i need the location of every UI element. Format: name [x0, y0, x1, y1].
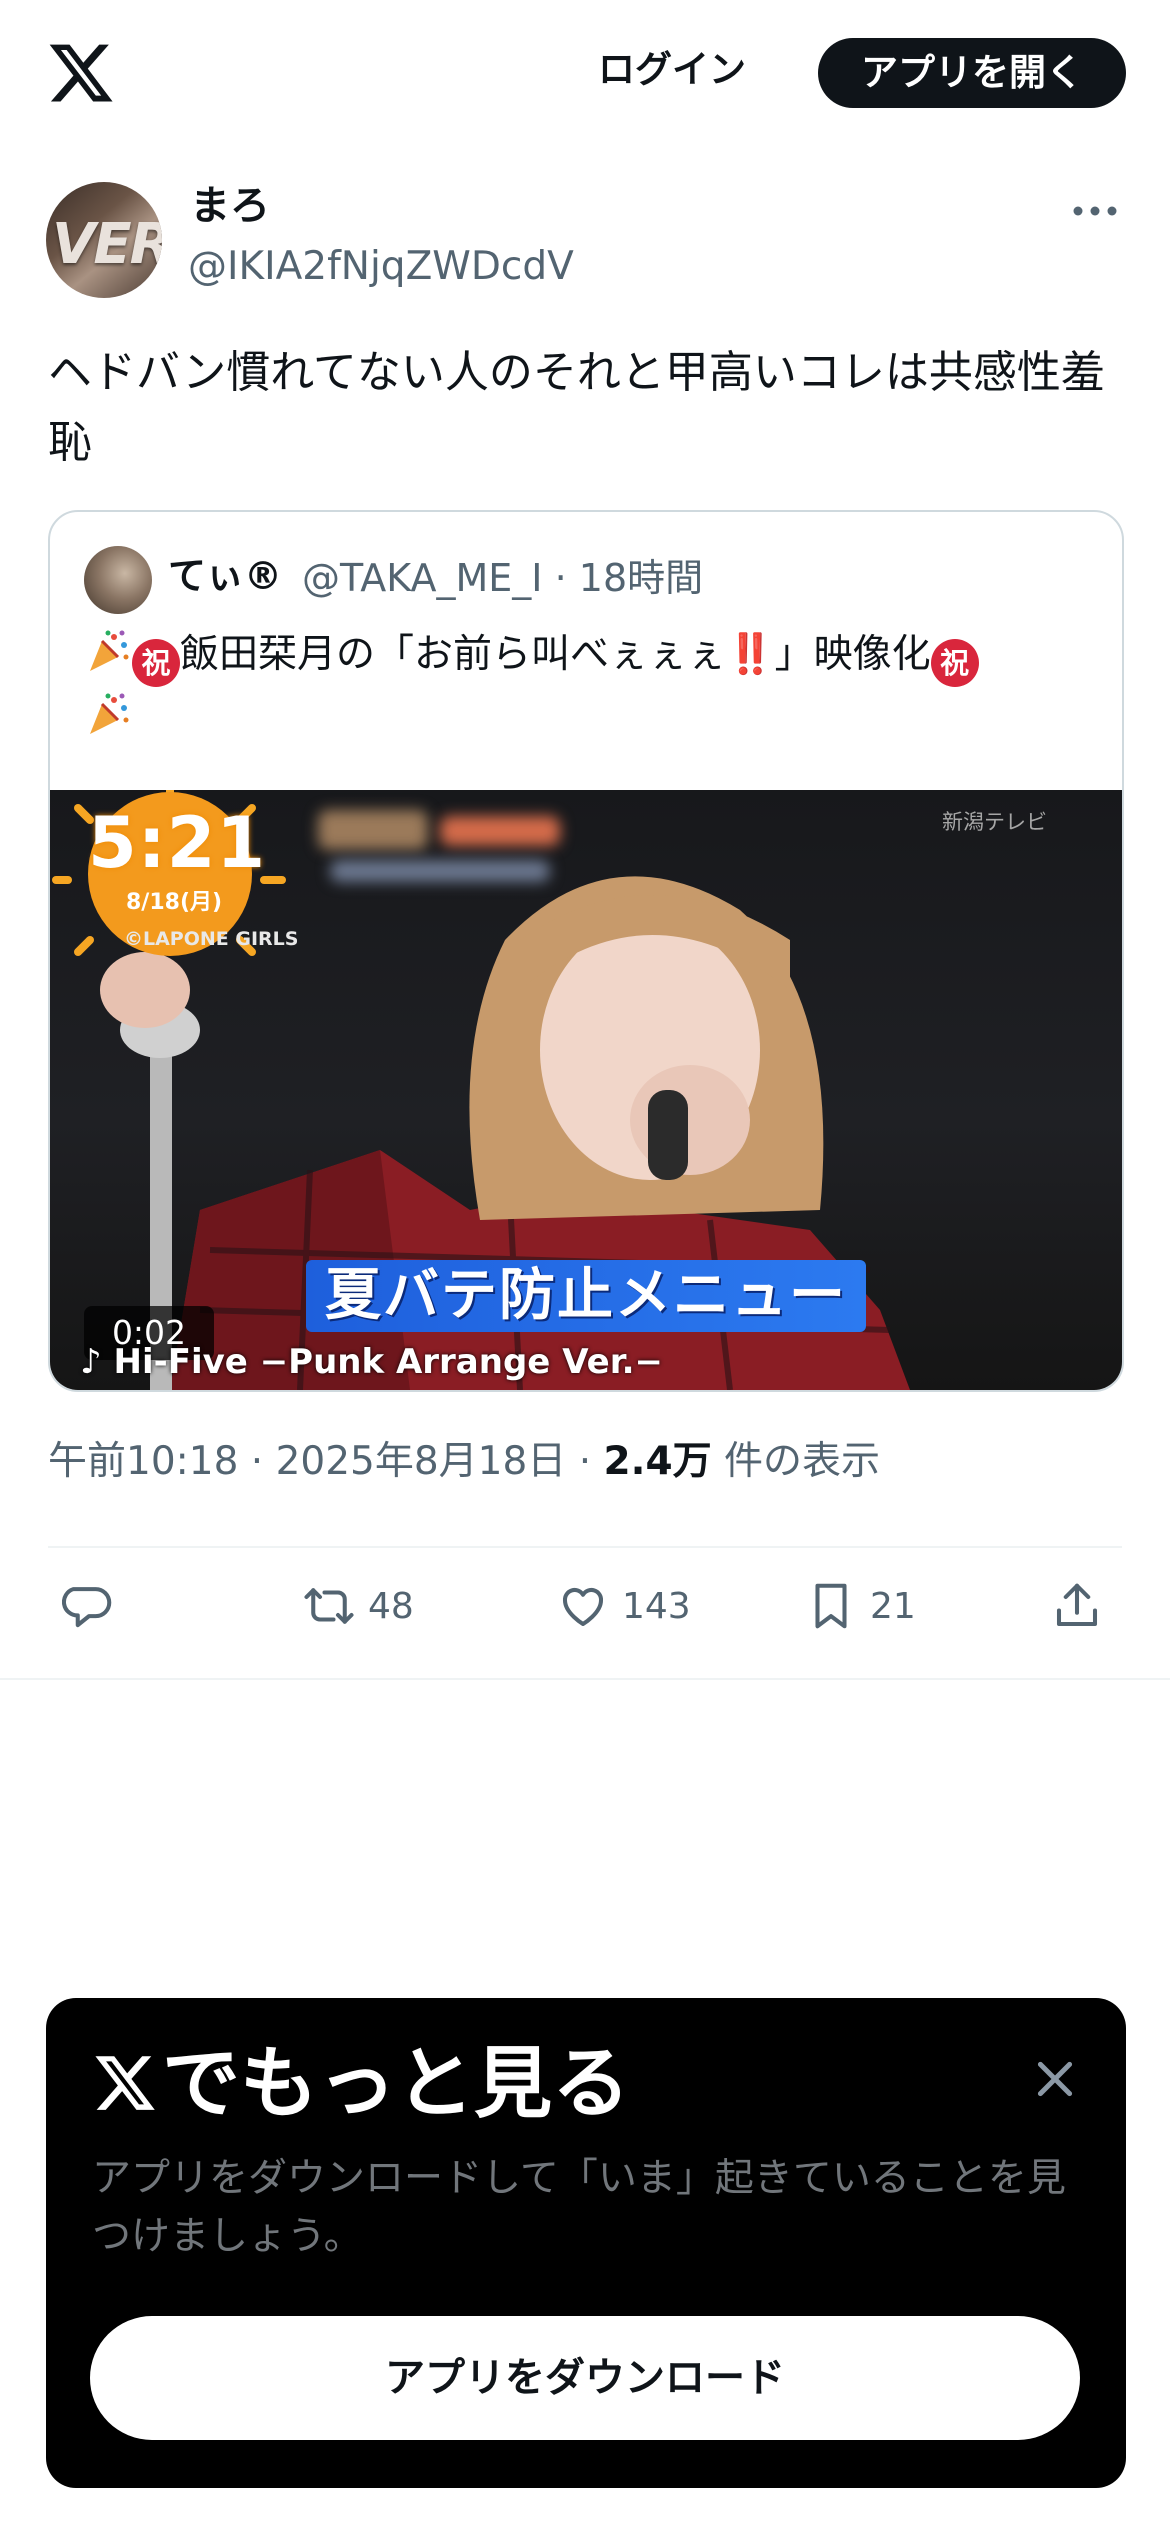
- tweet-meta: 午前10:18 · 2025年8月18日 · 2.4万 件の表示: [48, 1434, 880, 1490]
- more-options-icon[interactable]: [1070, 196, 1120, 226]
- retweet-icon: [304, 1588, 354, 1624]
- promo-title: でもっと見る: [92, 2032, 630, 2136]
- quote-author-avatar[interactable]: [84, 546, 152, 614]
- clock-date: 8/18(月): [126, 890, 223, 915]
- like-count: 143: [622, 1585, 691, 1627]
- author-avatar[interactable]: VER: [46, 182, 162, 298]
- app-promo-sheet: でもっと見る アプリをダウンロードして「いま」起きていることを見つけましょう。 …: [46, 1998, 1126, 2488]
- bookmark-count: 21: [870, 1585, 916, 1627]
- share-icon: [1056, 1583, 1098, 1627]
- retweet-button[interactable]: 48: [302, 1576, 414, 1636]
- login-link[interactable]: ログイン: [598, 40, 746, 100]
- share-button[interactable]: [1050, 1576, 1116, 1636]
- open-app-button[interactable]: アプリを開く: [818, 38, 1126, 108]
- video-caption-banner: 夏バテ防止メニュー: [306, 1260, 866, 1332]
- views-count: 2.4万: [603, 1439, 712, 1484]
- promo-description: アプリをダウンロードして「いま」起きていることを見つけましょう。: [92, 2156, 1066, 2259]
- double-exclamation-icon: ‼️: [726, 632, 775, 677]
- quote-author-meta: @TAKA_ME_I · 18時間: [302, 550, 703, 606]
- quote-age: 18時間: [578, 556, 704, 600]
- meta-separator: ·: [238, 1439, 276, 1484]
- blurred-logo-area: [318, 810, 428, 850]
- video-player[interactable]: 5:21 8/18(月) ©LAPONE GIRLS 新潟テレビ 夏バテ防止メニ…: [50, 790, 1122, 1390]
- x-logo-icon[interactable]: [46, 38, 116, 108]
- quote-text: 祝飯田栞月の「お前ら叫べぇぇぇ‼️」映像化祝: [84, 624, 1084, 749]
- clock-time: 5:21: [88, 802, 267, 884]
- iwai-emoji-icon: 祝: [132, 639, 180, 687]
- close-icon[interactable]: [1030, 2054, 1080, 2104]
- tweet-text: ヘドバン慣れてない人のそれと甲高いコレは共感性羞恥: [48, 347, 1105, 468]
- quote-author-name[interactable]: てぃ®: [168, 548, 282, 604]
- meta-separator: ·: [566, 1439, 604, 1484]
- reply-icon: [62, 1587, 112, 1628]
- avatar-image-text: VER: [52, 212, 162, 277]
- retweet-count: 48: [368, 1585, 414, 1627]
- meta-separator: ·: [542, 556, 579, 600]
- blurred-logo-area: [440, 816, 560, 846]
- tweet-date[interactable]: 2025年8月18日: [276, 1439, 567, 1484]
- iwai-emoji-icon: 祝: [930, 639, 979, 687]
- author-name[interactable]: まろ: [190, 178, 270, 234]
- blurred-logo-area: [330, 860, 550, 882]
- x-logo-icon: [95, 2056, 155, 2110]
- video-copyright: ©LAPONE GIRLS: [124, 928, 299, 950]
- heart-icon: [562, 1587, 604, 1627]
- promo-title-text: でもっと見る: [162, 2039, 631, 2129]
- party-popper-emoji-icon: [90, 693, 129, 734]
- bookmark-icon: [815, 1583, 847, 1629]
- reply-button[interactable]: [62, 1576, 128, 1636]
- quoted-tweet-card[interactable]: てぃ® @TAKA_ME_I · 18時間 祝飯田栞月の「お前ら叫べぇぇぇ‼️」…: [48, 510, 1124, 1392]
- quote-text-end: 」映像化: [774, 632, 931, 677]
- divider: [0, 1678, 1170, 1680]
- channel-watermark: 新潟テレビ: [942, 810, 1047, 834]
- divider: [48, 1546, 1122, 1548]
- video-song-title: ♪ Hi-Five −Punk Arrange Ver.−: [80, 1342, 664, 1382]
- party-popper-emoji-icon: [90, 630, 129, 671]
- views-label: 件の表示: [724, 1439, 881, 1484]
- download-app-button[interactable]: アプリをダウンロード: [90, 2316, 1080, 2440]
- tweet-time[interactable]: 午前10:18: [48, 1439, 238, 1484]
- bookmark-button[interactable]: 21: [804, 1576, 916, 1636]
- like-button[interactable]: 143: [556, 1576, 691, 1636]
- quote-text-main: 飯田栞月の「お前ら叫べぇぇぇ: [180, 632, 727, 677]
- author-handle[interactable]: @IKIA2fNjqZWDcdV: [188, 240, 574, 294]
- quote-author-handle[interactable]: @TAKA_ME_I: [302, 556, 543, 600]
